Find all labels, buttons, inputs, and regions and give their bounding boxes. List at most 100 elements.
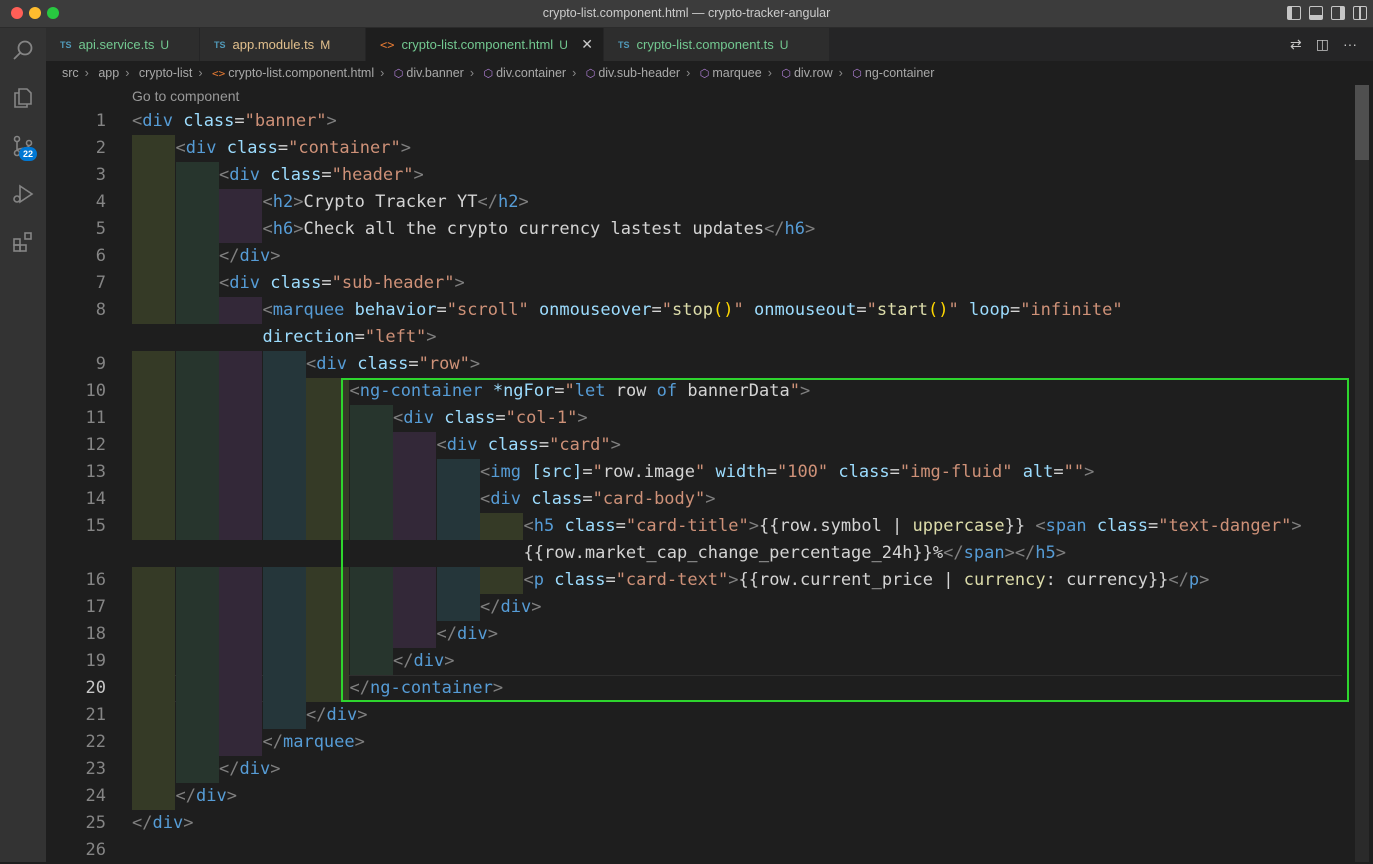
indent-guide <box>219 648 262 675</box>
split-editor-icon[interactable]: ◫ <box>1316 36 1329 53</box>
code-line[interactable]: 21 </div> <box>0 702 1355 729</box>
open-changes-icon[interactable]: ⇄ <box>1290 36 1302 53</box>
breadcrumb-item[interactable]: ng-container <box>865 66 935 80</box>
code-token: behavior <box>354 300 437 320</box>
tab-bar: TS api.service.ts U TS app.module.ts M <… <box>46 28 1373 61</box>
code-line[interactable]: 22 </marquee> <box>0 729 1355 756</box>
code-line[interactable]: 9 <div class="row"> <box>0 351 1355 378</box>
line-number: 12 <box>85 435 106 455</box>
indent-guide <box>132 270 175 297</box>
search-icon[interactable] <box>11 38 35 62</box>
code-token: onmouseout <box>753 300 857 320</box>
indent-guide <box>132 216 175 243</box>
code-token: < <box>262 192 273 212</box>
breadcrumb-item[interactable]: div.sub-header <box>598 66 680 80</box>
indent-guide <box>132 432 175 459</box>
indent-guide <box>132 702 175 729</box>
code-text: direction="left"> <box>263 324 437 351</box>
indent-guide <box>262 378 306 405</box>
toggle-panel-icon[interactable] <box>1309 6 1323 20</box>
element-icon: ⬡ <box>585 68 596 80</box>
code-token: marquee <box>272 300 345 320</box>
chevron-right-icon: › <box>469 66 475 80</box>
explorer-icon[interactable] <box>11 86 35 110</box>
code-text: <div class="row"> <box>306 351 480 378</box>
indent-guide <box>132 567 175 594</box>
code-token: > <box>293 192 304 212</box>
code-token: h2 <box>497 192 519 212</box>
toggle-primary-sidebar-icon[interactable] <box>1287 6 1301 20</box>
code-text: </marquee> <box>263 729 365 756</box>
chevron-right-icon: › <box>572 66 577 80</box>
indent-guide <box>175 648 219 675</box>
code-token: < <box>262 300 273 320</box>
tab-crypto-list-component-ts[interactable]: TS crypto-list.component.ts U <box>604 28 830 61</box>
code-token: > <box>270 246 281 266</box>
code-token: </ <box>132 813 153 833</box>
indent-guide <box>219 459 262 486</box>
line-number: 15 <box>85 516 106 536</box>
code-line[interactable]: direction="left"> <box>0 324 1355 351</box>
code-line[interactable]: 4 <h2>Crypto Tracker YT</h2> <box>0 189 1355 216</box>
code-line[interactable]: 6 </div> <box>0 243 1355 270</box>
code-token: "scroll" <box>446 300 529 320</box>
breadcrumb-item[interactable]: marquee <box>712 66 761 80</box>
vertical-scrollbar[interactable] <box>1355 85 1369 862</box>
indent-guide <box>219 432 262 459</box>
breadcrumb-item[interactable]: src <box>62 66 79 80</box>
code-line[interactable]: 23 </div> <box>0 756 1355 783</box>
breadcrumb-item[interactable]: crypto-list <box>139 66 192 80</box>
code-line[interactable]: 26 <box>0 837 1355 864</box>
breadcrumb-item[interactable]: app <box>98 66 119 80</box>
tab-crypto-list-component-html[interactable]: <> crypto-list.component.html U ✕ <box>366 28 604 61</box>
code-token: marquee <box>282 732 355 752</box>
selection-highlight-box <box>341 378 1349 702</box>
chevron-right-icon: › <box>838 66 843 80</box>
typescript-file-icon: TS <box>214 39 226 50</box>
code-line[interactable]: 2 <div class="container"> <box>0 135 1355 162</box>
customize-layout-icon[interactable] <box>1353 6 1367 20</box>
toggle-secondary-sidebar-icon[interactable] <box>1331 6 1345 20</box>
code-text: </div> <box>306 702 367 729</box>
code-line[interactable]: 8 <marquee behavior="scroll" onmouseover=… <box>0 297 1355 324</box>
indent-guide <box>219 594 262 621</box>
chevron-right-icon: › <box>84 66 89 80</box>
code-line[interactable]: 1 <div class="banner"> <box>0 108 1355 135</box>
tab-api-service-ts[interactable]: TS api.service.ts U <box>46 28 200 61</box>
code-line[interactable]: 25 </div> <box>0 810 1355 837</box>
tab-git-status: M <box>320 37 331 52</box>
code-token: div <box>185 138 217 158</box>
code-text: <div class="sub-header"> <box>219 270 465 297</box>
breadcrumb-item[interactable]: div.row <box>794 66 833 80</box>
code-line[interactable]: 5 <h6>Check all the crypto currency laste… <box>0 216 1355 243</box>
code-token: " <box>866 300 877 320</box>
code-token: < <box>262 219 273 239</box>
scrollbar-thumb[interactable] <box>1355 85 1369 160</box>
indent-guide <box>262 351 306 378</box>
indent-guide <box>175 594 219 621</box>
code-token: class <box>270 273 322 293</box>
code-line[interactable]: 24 </div> <box>0 783 1355 810</box>
code-token: > <box>293 219 304 239</box>
go-to-component-codelens[interactable]: Go to component <box>132 88 239 104</box>
line-number: 19 <box>85 651 106 671</box>
breadcrumb-item[interactable]: div.container <box>496 66 566 80</box>
code-token: "left" <box>364 327 427 347</box>
indent-guide <box>175 243 219 270</box>
line-number: 5 <box>95 219 106 239</box>
more-actions-icon[interactable]: ··· <box>1343 36 1357 53</box>
code-token: div <box>229 165 260 185</box>
indent-guide <box>219 675 262 702</box>
tab-app-module-ts[interactable]: TS app.module.ts M <box>200 28 366 61</box>
code-line[interactable]: 7 <div class="sub-header"> <box>0 270 1355 297</box>
indent-guide <box>175 297 219 324</box>
line-number: 4 <box>95 192 106 212</box>
breadcrumb-item[interactable]: div.banner <box>406 66 463 80</box>
code-line[interactable]: 3 <div class="header"> <box>0 162 1355 189</box>
close-tab-icon[interactable]: ✕ <box>581 36 593 53</box>
breadcrumb-item[interactable]: crypto-list.component.html <box>228 66 374 80</box>
code-token: > <box>326 111 337 131</box>
